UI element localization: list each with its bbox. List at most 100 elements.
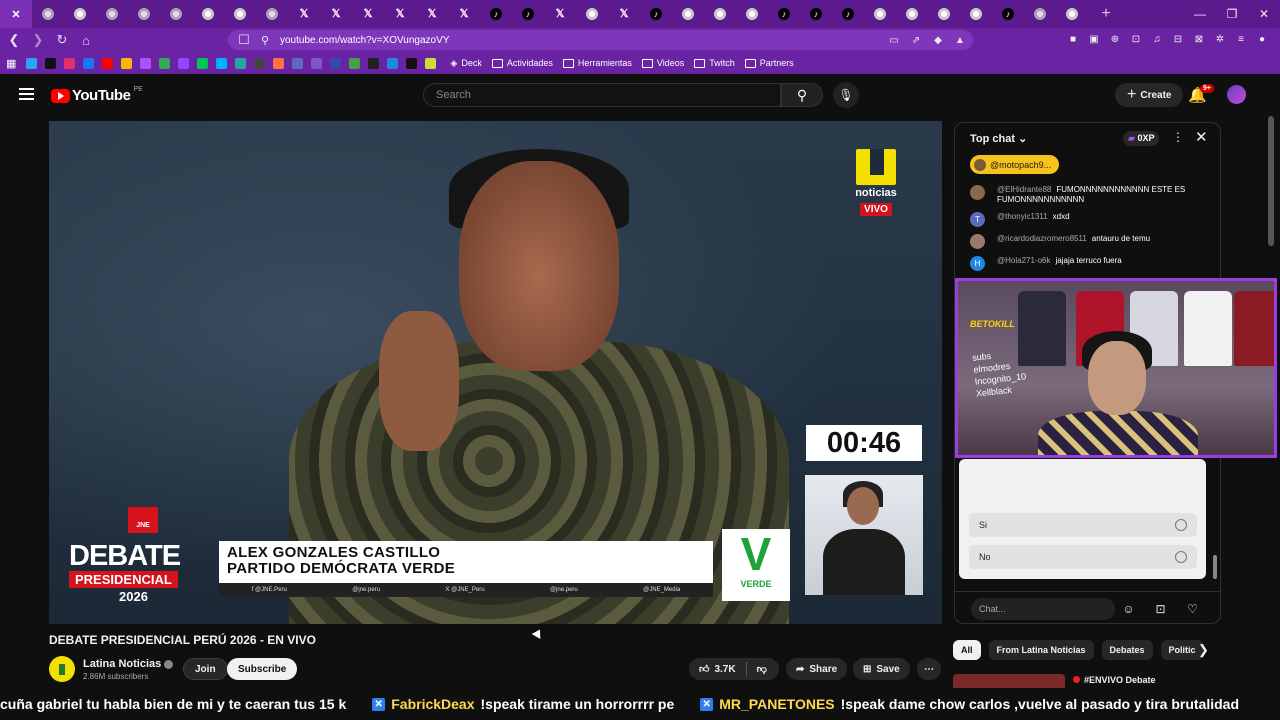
tab[interactable]: 𝕏 [384, 0, 416, 28]
tab[interactable]: 𝕏 [608, 0, 640, 28]
extension-icon[interactable]: ▣ [1087, 32, 1101, 46]
alert-icon[interactable]: ▲ [953, 33, 967, 47]
extension-icon[interactable]: ⊕ [1108, 32, 1122, 46]
search-input[interactable] [424, 84, 780, 106]
subscribe-button[interactable]: Subscribe [227, 658, 298, 680]
chat-mode-dropdown[interactable]: Top chat ⌄ [970, 132, 1027, 145]
url-text[interactable]: youtube.com/watch?v=XOVungazoVY [280, 35, 449, 46]
tab[interactable] [96, 0, 128, 28]
recommended-thumbnail[interactable] [953, 674, 1065, 688]
bookmark-icon[interactable] [349, 57, 361, 69]
restore-icon[interactable]: ❐ [1216, 0, 1248, 28]
bookmark-folder-twitch[interactable]: Twitch [694, 58, 735, 68]
tab[interactable]: 𝕏 [288, 0, 320, 28]
tab[interactable]: ♪ [992, 0, 1024, 28]
tiktok-icon[interactable] [45, 57, 57, 69]
bookmark-icon[interactable] [254, 57, 266, 69]
bookmark-star-icon[interactable]: ☐ [234, 30, 254, 50]
chat-scroll-thumb[interactable] [1213, 555, 1217, 579]
tab[interactable]: 𝕏 [352, 0, 384, 28]
home-icon[interactable]: ⌂ [76, 30, 96, 50]
chat-username[interactable]: @ElHidrante88 [997, 185, 1051, 194]
close-tab-icon[interactable]: ✕ [11, 8, 20, 21]
bookmark-icon[interactable] [121, 57, 133, 69]
tab[interactable] [1056, 0, 1088, 28]
tab[interactable]: 𝕏 [416, 0, 448, 28]
tab[interactable] [576, 0, 608, 28]
tab[interactable]: ♪ [512, 0, 544, 28]
tab[interactable]: ♪ [832, 0, 864, 28]
tab[interactable] [256, 0, 288, 28]
channel-name-link[interactable]: Latina Noticias [83, 658, 174, 670]
tab[interactable]: 𝕏 [320, 0, 352, 28]
chat-more-icon[interactable]: ⋮ [1172, 130, 1184, 144]
menu-icon[interactable]: ⋮ [1276, 32, 1280, 46]
twitch-icon[interactable] [178, 57, 190, 69]
tab[interactable] [928, 0, 960, 28]
chat-username[interactable]: @ricardodiazromero8511 [997, 234, 1087, 243]
more-actions-button[interactable]: ⋯ [917, 658, 941, 680]
puzzle-icon[interactable]: ✲ [1213, 32, 1227, 46]
tab[interactable] [64, 0, 96, 28]
forward-icon[interactable]: ❯ [28, 30, 48, 50]
extension-icon[interactable]: ⊡ [1129, 32, 1143, 46]
chevron-right-icon[interactable]: ❯ [1198, 642, 1209, 658]
chat-message[interactable]: T @thonyic1311 xdxd [970, 212, 1215, 227]
chat-message[interactable]: @ricardodiazromero8511 antauru de temu [970, 234, 1215, 249]
tab[interactable]: 𝕏 [448, 0, 480, 28]
bookmark-icon[interactable] [368, 57, 380, 69]
bookmark-icon[interactable] [216, 57, 228, 69]
back-icon[interactable]: ❮ [4, 30, 24, 50]
poll-option-no[interactable]: No [969, 545, 1197, 569]
tab[interactable]: ♪ [800, 0, 832, 28]
extension-icon[interactable]: ≡ [1234, 32, 1248, 46]
extension-icon[interactable]: ♫ [1150, 32, 1164, 46]
chat-username[interactable]: @thonyic1311 [997, 212, 1048, 221]
bookmark-icon[interactable] [406, 57, 418, 69]
like-button[interactable]: 👍︎ 3.7K [689, 658, 746, 680]
save-button[interactable]: ⊞ Save [853, 658, 910, 680]
share-button[interactable]: ➦ Share [786, 658, 848, 680]
bookmark-icon[interactable] [140, 57, 152, 69]
emoji-icon[interactable]: ☺ [1121, 601, 1136, 616]
bookmark-folder-actividades[interactable]: Actividades [491, 58, 553, 68]
profile-icon[interactable]: ● [1255, 32, 1269, 46]
create-button[interactable]: + Create [1115, 83, 1184, 107]
tab[interactable]: 𝕏 [544, 0, 576, 28]
chat-username[interactable]: @Hola271-o6k [997, 256, 1050, 265]
cast-icon[interactable]: ▭ [887, 33, 901, 47]
chat-message[interactable]: @ElHidrante88 FUMONNNNNNNNNNNN ESTE ES FU… [970, 185, 1215, 205]
bookmark-icon[interactable] [26, 57, 38, 69]
site-info-icon[interactable]: ⚲ [256, 34, 274, 47]
minimize-icon[interactable]: — [1184, 0, 1216, 28]
account-avatar[interactable] [1227, 85, 1246, 104]
tab[interactable] [736, 0, 768, 28]
bookmark-icon[interactable] [159, 57, 171, 69]
bookmark-folder-videos[interactable]: Videos [641, 58, 684, 68]
tab[interactable] [128, 0, 160, 28]
share-page-icon[interactable]: ⇗ [909, 33, 923, 47]
close-window-icon[interactable]: ✕ [1248, 0, 1280, 28]
bookmark-icon[interactable] [387, 57, 399, 69]
extension-icon[interactable]: ⊠ [1192, 32, 1206, 46]
tab[interactable] [160, 0, 192, 28]
bookmark-icon[interactable] [235, 57, 247, 69]
bookmark-icon[interactable] [425, 57, 437, 69]
page-scrollbar[interactable] [1268, 116, 1274, 246]
poll-option-si[interactable]: Si [969, 513, 1197, 537]
pinned-user-chip[interactable]: @motopach9... [970, 155, 1060, 174]
extension-icon[interactable]: ■ [1066, 32, 1080, 46]
tab[interactable] [192, 0, 224, 28]
bookmark-icon[interactable] [273, 57, 285, 69]
facebook-icon[interactable] [83, 57, 95, 69]
bookmark-icon[interactable] [330, 57, 342, 69]
dislike-button[interactable]: 👎︎ [747, 658, 777, 680]
apps-grid-icon[interactable]: ▦ [6, 57, 16, 70]
extension-icon[interactable]: ⊟ [1171, 32, 1185, 46]
tab[interactable] [960, 0, 992, 28]
tab[interactable] [896, 0, 928, 28]
hamburger-menu-icon[interactable] [19, 88, 34, 103]
chat-input[interactable] [971, 598, 1115, 620]
chip-from-channel[interactable]: From Latina Noticias [988, 640, 1094, 660]
xp-badge[interactable]: ▰ 0XP [1123, 131, 1160, 146]
